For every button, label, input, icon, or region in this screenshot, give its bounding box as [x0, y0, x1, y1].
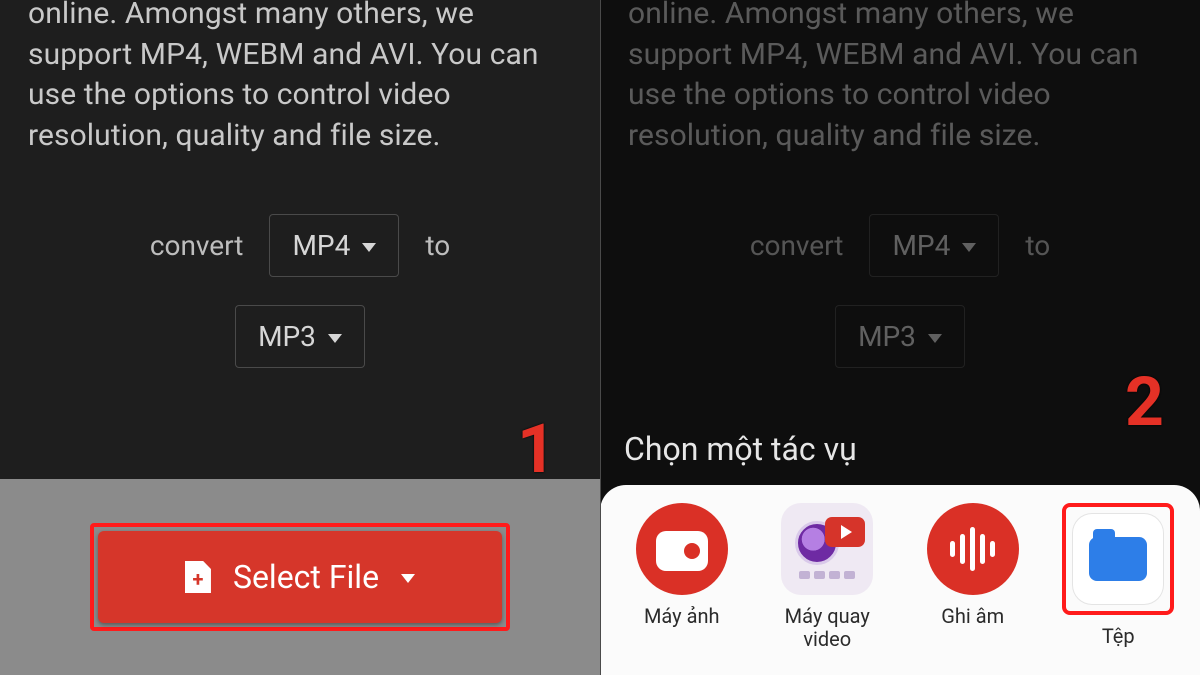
camera-icon: [636, 503, 728, 595]
convert-label-before: convert: [750, 229, 844, 262]
app-video-recorder[interactable]: Máy quay video: [760, 503, 896, 651]
convert-row-from: convert MP4 to: [0, 214, 600, 277]
app-label: Máy ảnh: [644, 605, 720, 628]
action-sheet: Máy ảnh Máy quay video Ghi âm: [600, 485, 1200, 675]
step-number-badge: 1: [517, 409, 556, 489]
convert-row-to: MP3: [600, 305, 1200, 368]
convert-row-from: convert MP4 to: [600, 214, 1200, 277]
app-camera[interactable]: Máy ảnh: [614, 503, 750, 628]
description-text: online. Amongst many others, we support …: [600, 0, 1200, 156]
description-text: online. Amongst many others, we support …: [0, 0, 600, 156]
step-1-panel: online. Amongst many others, we support …: [0, 0, 600, 675]
app-label: Tệp: [1102, 625, 1135, 648]
chevron-down-icon: [362, 243, 376, 252]
app-voice-recorder[interactable]: Ghi âm: [905, 503, 1041, 628]
select-file-label: Select File: [233, 558, 379, 596]
step-number-badge: 2: [1125, 362, 1164, 442]
from-format-select[interactable]: MP4: [869, 214, 999, 277]
highlight-box: Select File: [90, 523, 510, 631]
tutorial-two-up: online. Amongst many others, we support …: [0, 0, 1200, 675]
convert-row-to: MP3: [0, 305, 600, 368]
from-format-value: MP4: [892, 229, 950, 262]
app-files[interactable]: Tệp: [1051, 503, 1187, 648]
chevron-down-icon: [928, 334, 942, 343]
files-icon: [1072, 513, 1164, 605]
chevron-down-icon: [401, 574, 415, 583]
action-sheet-title: Chọn một tác vụ: [624, 430, 857, 468]
to-format-value: MP3: [858, 320, 916, 353]
convert-label-before: convert: [150, 229, 244, 262]
from-format-select[interactable]: MP4: [269, 214, 399, 277]
highlight-box: [1062, 503, 1174, 615]
chevron-down-icon: [962, 243, 976, 252]
app-label: Máy quay video: [762, 605, 892, 651]
panel-divider: [600, 0, 601, 675]
to-format-select[interactable]: MP3: [835, 305, 965, 368]
to-format-select[interactable]: MP3: [235, 305, 365, 368]
app-label: Ghi âm: [941, 605, 1004, 628]
select-file-button[interactable]: Select File: [98, 531, 502, 623]
step-2-panel: online. Amongst many others, we support …: [600, 0, 1200, 675]
to-format-value: MP3: [258, 320, 316, 353]
select-file-region: Select File: [0, 479, 600, 675]
convert-label-after: to: [1025, 229, 1050, 262]
file-add-icon: [185, 561, 211, 593]
convert-label-after: to: [425, 229, 450, 262]
chevron-down-icon: [328, 334, 342, 343]
video-recorder-icon: [781, 503, 873, 595]
from-format-value: MP4: [292, 229, 350, 262]
voice-recorder-icon: [927, 503, 1019, 595]
